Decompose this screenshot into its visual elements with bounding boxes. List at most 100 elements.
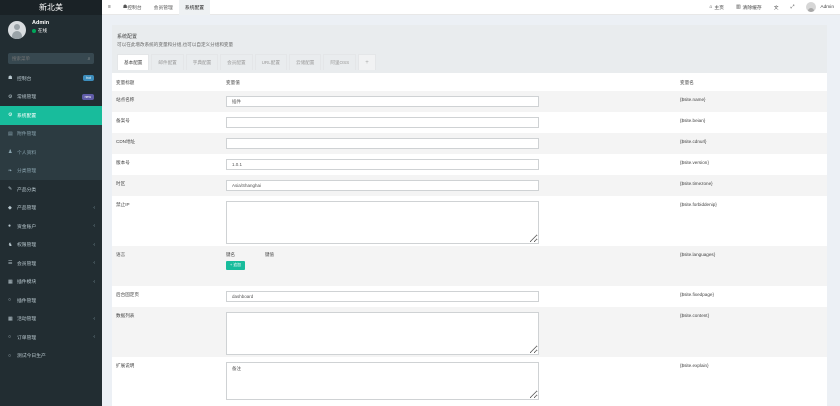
- sidebar-item-label: 产品管理: [17, 206, 37, 212]
- sidebar-item-2[interactable]: ⚙ 系统配置: [0, 106, 102, 125]
- user-name: Admin: [32, 20, 50, 26]
- config-row-name: {$site.languages}: [680, 252, 716, 257]
- column-header-value: 变量值: [226, 80, 240, 85]
- kv-key-label: 键名: [226, 252, 235, 257]
- trash-icon: ▥: [735, 4, 741, 10]
- add-tab-button[interactable]: +: [358, 54, 376, 70]
- main-content: 系统配置 可以在此增改系统的变量和分组,也可以自定义分组和变量 基本配置 邮件配置…: [102, 15, 840, 406]
- top-tab-1[interactable]: 会员管理: [148, 0, 179, 15]
- config-row: 扩展说明 {$site.explain}: [112, 357, 827, 402]
- config-row-name: {$site.name}: [680, 97, 706, 102]
- config-row-title: CDN地址: [116, 139, 136, 144]
- config-row-name: {$site.cdnurl}: [680, 139, 707, 144]
- config-row-title: 版本号: [116, 160, 130, 165]
- hamburger-icon[interactable]: ≡: [102, 0, 117, 15]
- config-input[interactable]: [226, 291, 539, 302]
- config-row: 数据列表 {$site.content}: [112, 307, 827, 357]
- top-tab-label: 会员管理: [153, 5, 173, 11]
- config-input[interactable]: [226, 159, 539, 170]
- sidebar-item-label: 产品分类: [17, 187, 37, 193]
- app-logo[interactable]: 新北美: [0, 0, 102, 15]
- top-tab-2[interactable]: 系统配置: [178, 0, 211, 15]
- sidebar-item-label: 会员管理: [17, 261, 37, 267]
- config-tab-4[interactable]: URL配置: [254, 54, 287, 70]
- sidebar-item-10[interactable]: ☰ 会员管理 ‹: [0, 254, 102, 273]
- append-button[interactable]: + 追加: [226, 261, 245, 270]
- top-action-3[interactable]: ⤢: [785, 0, 801, 15]
- config-tab-3[interactable]: 会员配置: [220, 54, 253, 70]
- config-input[interactable]: [226, 180, 539, 191]
- sidebar-menu: ☗ 控制台 hot ⚙ 常规管理 new ⚙ 系统配置 ▤ 附件管理 ♟ 个人资料 ❧ 分类管理 ✎ 产品分类…: [0, 69, 102, 365]
- config-row-name: {$site.version}: [680, 160, 709, 165]
- sidebar-item-12[interactable]: ○ 插件管理: [0, 291, 102, 310]
- config-row-name: {$site.timezone}: [680, 181, 713, 186]
- kv-value-label: 键值: [265, 252, 274, 257]
- user-menu[interactable]: Admin: [800, 0, 840, 15]
- column-header-name: 变量名: [680, 80, 694, 85]
- config-row-title: 数据列表: [116, 313, 135, 318]
- config-row: 后台固定页 {$site.fixedpage}: [112, 286, 827, 307]
- chevron-left-icon: ‹: [93, 241, 95, 248]
- top-action-0[interactable]: ⌂ 主页: [703, 0, 730, 15]
- sidebar-item-label: 常规管理: [17, 95, 37, 101]
- sidebar-item-3[interactable]: ▤ 附件管理: [0, 124, 102, 143]
- config-row-title: 后台固定页: [116, 292, 139, 297]
- config-textarea[interactable]: [226, 312, 539, 355]
- config-row-title: 时区: [116, 181, 126, 186]
- config-tabs: 基本配置 邮件配置 字典配置 会员配置 URL配置 云储配置 阿里OSS +: [117, 54, 822, 70]
- sidebar-item-8[interactable]: ● 资金账户 ‹: [0, 217, 102, 236]
- config-textarea[interactable]: [226, 201, 539, 244]
- config-tab-1[interactable]: 邮件配置: [151, 54, 184, 70]
- list-icon: ☰: [8, 260, 13, 267]
- sidebar-item-5[interactable]: ❧ 分类管理: [0, 161, 102, 180]
- config-input[interactable]: [226, 96, 539, 107]
- sidebar-item-14[interactable]: ○ 订单管理 ‹: [0, 328, 102, 347]
- chevron-left-icon: ‹: [93, 260, 95, 267]
- sidebar-item-0[interactable]: ☗ 控制台 hot: [0, 69, 102, 88]
- sidebar-item-11[interactable]: ▦ 插件模块 ‹: [0, 273, 102, 292]
- sidebar-item-label: 订单管理: [17, 335, 37, 341]
- top-action-2[interactable]: 文: [768, 0, 785, 15]
- config-row-value: [222, 133, 676, 154]
- config-input[interactable]: [226, 138, 539, 149]
- column-header-title: 变量标题: [116, 80, 135, 85]
- config-panel: 系统配置 可以在此增改系统的变量和分组,也可以自定义分组和变量 基本配置 邮件配置…: [112, 25, 827, 406]
- config-row-title: 扩展说明: [116, 363, 135, 368]
- sidebar-search-input[interactable]: [8, 56, 84, 61]
- sidebar-item-label: 附件管理: [17, 132, 37, 138]
- config-row: 备案号 {$site.beian}: [112, 112, 827, 133]
- config-row-value: [222, 286, 676, 307]
- config-tab-5[interactable]: 云储配置: [288, 54, 322, 70]
- panel-description: 可以在此增改系统的变量和分组,也可以自定义分组和变量: [117, 42, 234, 47]
- sidebar-item-6[interactable]: ✎ 产品分类: [0, 180, 102, 199]
- gear-icon: ⚙: [8, 112, 13, 119]
- sidebar-item-label: 系统配置: [17, 113, 37, 119]
- sidebar-item-label: 个人资料: [17, 150, 37, 156]
- sidebar-item-label: 分类管理: [17, 169, 37, 175]
- avatar: [8, 21, 26, 39]
- config-tab-6[interactable]: 阿里OSS: [323, 54, 357, 70]
- top-action-1[interactable]: ▥ 清除缓存: [730, 0, 768, 15]
- sidebar-item-15[interactable]: ○ 测试今日生产: [0, 347, 102, 366]
- puzzle-icon: ▦: [8, 278, 13, 285]
- leaf-icon: ❧: [8, 167, 13, 174]
- sidebar-item-1[interactable]: ⚙ 常规管理 new: [0, 88, 102, 107]
- config-tab-0[interactable]: 基本配置: [117, 54, 150, 70]
- sidebar-item-9[interactable]: ♞ 权限管理 ‹: [0, 236, 102, 255]
- sidebar-item-7[interactable]: ◆ 产品管理 ‹: [0, 199, 102, 218]
- append-button-label: 追加: [233, 263, 241, 267]
- avatar-small: [806, 2, 817, 12]
- diamond-icon: ◆: [8, 204, 12, 211]
- dashboard-icon: ☗: [8, 75, 13, 82]
- config-tab-2[interactable]: 字典配置: [185, 54, 219, 70]
- chevron-left-icon: ‹: [93, 278, 95, 285]
- config-row-value: [222, 91, 676, 112]
- config-input[interactable]: [226, 117, 539, 128]
- config-textarea[interactable]: [226, 362, 539, 400]
- tag-icon: ✎: [8, 186, 13, 193]
- sidebar-item-4[interactable]: ♟ 个人资料: [0, 143, 102, 162]
- search-icon[interactable]: ⌕: [84, 56, 94, 62]
- sidebar-item-13[interactable]: ▦ 活动管理 ‹: [0, 310, 102, 329]
- sidebar-item-label: 插件管理: [17, 298, 37, 304]
- top-tab-0[interactable]: ☗ 控制台: [117, 0, 148, 15]
